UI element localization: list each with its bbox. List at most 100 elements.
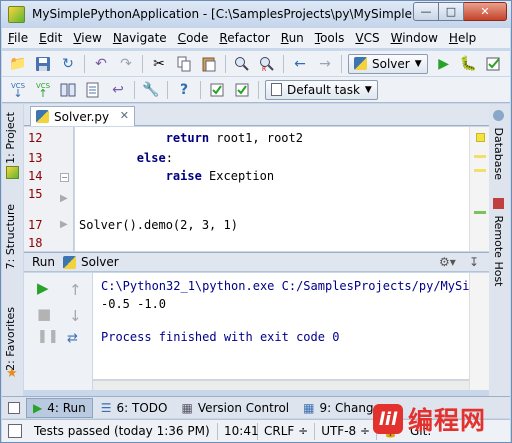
python-file-icon: [63, 255, 77, 269]
replace-icon[interactable]: R: [257, 54, 277, 74]
run-icon[interactable]: ▶: [434, 54, 454, 74]
forward-icon[interactable]: →: [315, 54, 335, 74]
menu-help[interactable]: Help: [449, 31, 476, 45]
console-horizontal-scrollbar[interactable]: [93, 380, 469, 390]
run-panel-header: Run Solver ⚙▾ ↧: [24, 252, 489, 272]
toolbar-separator: [225, 54, 226, 73]
watermark-logo: lil: [373, 404, 403, 434]
find-icon[interactable]: [232, 54, 252, 74]
compare-icon[interactable]: [58, 80, 78, 100]
title-bar: MySimplePythonApplication - [C:\SamplesP…: [1, 1, 511, 28]
settings-gear-icon[interactable]: ⚙▾: [439, 255, 456, 269]
run-config-label: Solver: [372, 56, 410, 71]
caret-position[interactable]: 10:41: [218, 422, 259, 440]
help-icon[interactable]: ?: [174, 80, 194, 100]
menu-edit[interactable]: Edit: [39, 31, 62, 45]
toolbar-separator: [341, 54, 342, 73]
menu-file[interactable]: File: [8, 31, 28, 45]
project-icon: [6, 166, 19, 179]
tab-remote-host[interactable]: Remote Host: [492, 198, 505, 286]
changes-icon: ▦: [303, 400, 315, 415]
toolbar-separator: [142, 54, 143, 73]
menu-view[interactable]: View: [73, 31, 101, 45]
revert-icon[interactable]: ↩: [108, 80, 128, 100]
tab-structure[interactable]: 7: Structure: [4, 204, 17, 269]
run-gutter-icon[interactable]: ▶: [60, 219, 68, 230]
tab-project[interactable]: 1: Project: [4, 112, 17, 164]
menu-tools[interactable]: Tools: [315, 31, 345, 45]
menu-code[interactable]: Code: [178, 31, 209, 45]
fold-marker-icon[interactable]: −: [60, 173, 69, 182]
close-button[interactable]: ✕: [464, 2, 507, 21]
warning-indicator-icon[interactable]: [476, 133, 485, 142]
undo-icon[interactable]: ↶: [91, 54, 111, 74]
task-doc-icon: [271, 83, 282, 96]
vcs-commit-icon[interactable]: VCS ↑: [33, 80, 53, 100]
copy-icon[interactable]: [174, 54, 194, 74]
tool-windows-icon[interactable]: [8, 401, 20, 414]
settings-icon[interactable]: 🔧: [141, 80, 161, 100]
run-gutter-icon[interactable]: ▶: [60, 193, 68, 204]
cut-icon[interactable]: ✂: [149, 54, 169, 74]
close-tab-icon[interactable]: ✕: [120, 109, 129, 122]
tab-database[interactable]: Database: [492, 110, 505, 180]
synchronize-icon[interactable]: ↻: [58, 54, 78, 74]
tab-favorites[interactable]: 2: Favorites: [4, 307, 17, 371]
paste-icon[interactable]: [199, 54, 219, 74]
status-message: Tests passed (today 1:36 PM): [28, 422, 218, 440]
tab-todo[interactable]: ☰ 6: TODO: [95, 398, 174, 418]
chevron-down-icon: ▼: [364, 84, 372, 95]
debug-icon[interactable]: 🐛: [459, 54, 479, 74]
right-tool-strip: Database Remote Host: [489, 104, 510, 396]
menu-vcs[interactable]: VCS: [355, 31, 379, 45]
scroll-up-icon[interactable]: ↑: [69, 281, 82, 299]
coverage-icon[interactable]: [484, 54, 504, 74]
editor-tab-label: Solver.py: [54, 109, 110, 124]
window-controls: — □ ✕: [413, 2, 507, 21]
task-open-icon[interactable]: [232, 80, 252, 100]
run-config-tab[interactable]: Solver: [63, 255, 119, 269]
encoding-select[interactable]: UTF-8 ÷: [315, 422, 378, 440]
main-toolbar: 📁 ↻ ↶ ↷ ✂ R ← → Solver ▼ ▶ 🐛: [2, 51, 510, 76]
run-console[interactable]: C:\Python32_1\python.exe C:/SamplesProje…: [93, 273, 484, 379]
toolbar-separator: [283, 54, 284, 73]
tab-version-control[interactable]: ▦ Version Control: [175, 398, 295, 418]
open-folder-icon[interactable]: 📁: [8, 54, 28, 74]
history-icon[interactable]: [83, 80, 103, 100]
save-all-icon[interactable]: [33, 54, 53, 74]
tasks-icon[interactable]: [207, 80, 227, 100]
stop-icon[interactable]: ■: [37, 305, 51, 323]
menu-run[interactable]: Run: [281, 31, 304, 45]
soft-wrap-icon[interactable]: ⇄: [67, 331, 78, 346]
task-label: Default task: [287, 82, 360, 97]
console-vertical-scrollbar[interactable]: [469, 273, 489, 390]
menu-window[interactable]: Window: [391, 31, 438, 45]
run-config-tab-label: Solver: [81, 255, 119, 269]
line-separator-select[interactable]: CRLF ÷: [258, 422, 316, 440]
code-editor[interactable]: return root1, root2 else: raise Exceptio…: [75, 127, 469, 251]
pause-icon[interactable]: ❚❚: [37, 329, 59, 344]
console-line: Process finished with exit code 0: [101, 330, 340, 344]
task-select[interactable]: Default task ▼: [265, 79, 378, 100]
menu-refactor[interactable]: Refactor: [219, 31, 269, 45]
run-config-select[interactable]: Solver ▼: [348, 53, 428, 74]
code-line: return root1, root2: [165, 131, 303, 145]
rerun-icon[interactable]: ▶: [37, 279, 49, 297]
back-icon[interactable]: ←: [290, 54, 310, 74]
menu-navigate[interactable]: Navigate: [113, 31, 167, 45]
tab-run[interactable]: ▶ 4: Run: [26, 397, 93, 418]
tab-solver-py[interactable]: Solver.py ✕: [30, 106, 135, 126]
hide-panel-icon[interactable]: ↧: [469, 255, 479, 269]
run-icon: ▶: [33, 400, 43, 415]
left-tool-strip: 1: Project 7: Structure 2: Favorites ★: [2, 104, 23, 396]
console-line: C:\Python32_1\python.exe C:/SamplesProje…: [101, 279, 484, 293]
maximize-button[interactable]: □: [439, 2, 464, 21]
code-line: Solver().demo(2, 3, 1): [79, 218, 238, 232]
redo-icon[interactable]: ↷: [116, 54, 136, 74]
vcs-update-icon[interactable]: VCS ↓: [8, 80, 28, 100]
scroll-down-icon[interactable]: ↓: [69, 307, 82, 325]
minimize-button[interactable]: —: [413, 2, 439, 21]
toolbar-separator: [258, 80, 259, 99]
editor-error-stripe[interactable]: [469, 127, 489, 251]
chevron-down-icon: ▼: [414, 58, 422, 69]
